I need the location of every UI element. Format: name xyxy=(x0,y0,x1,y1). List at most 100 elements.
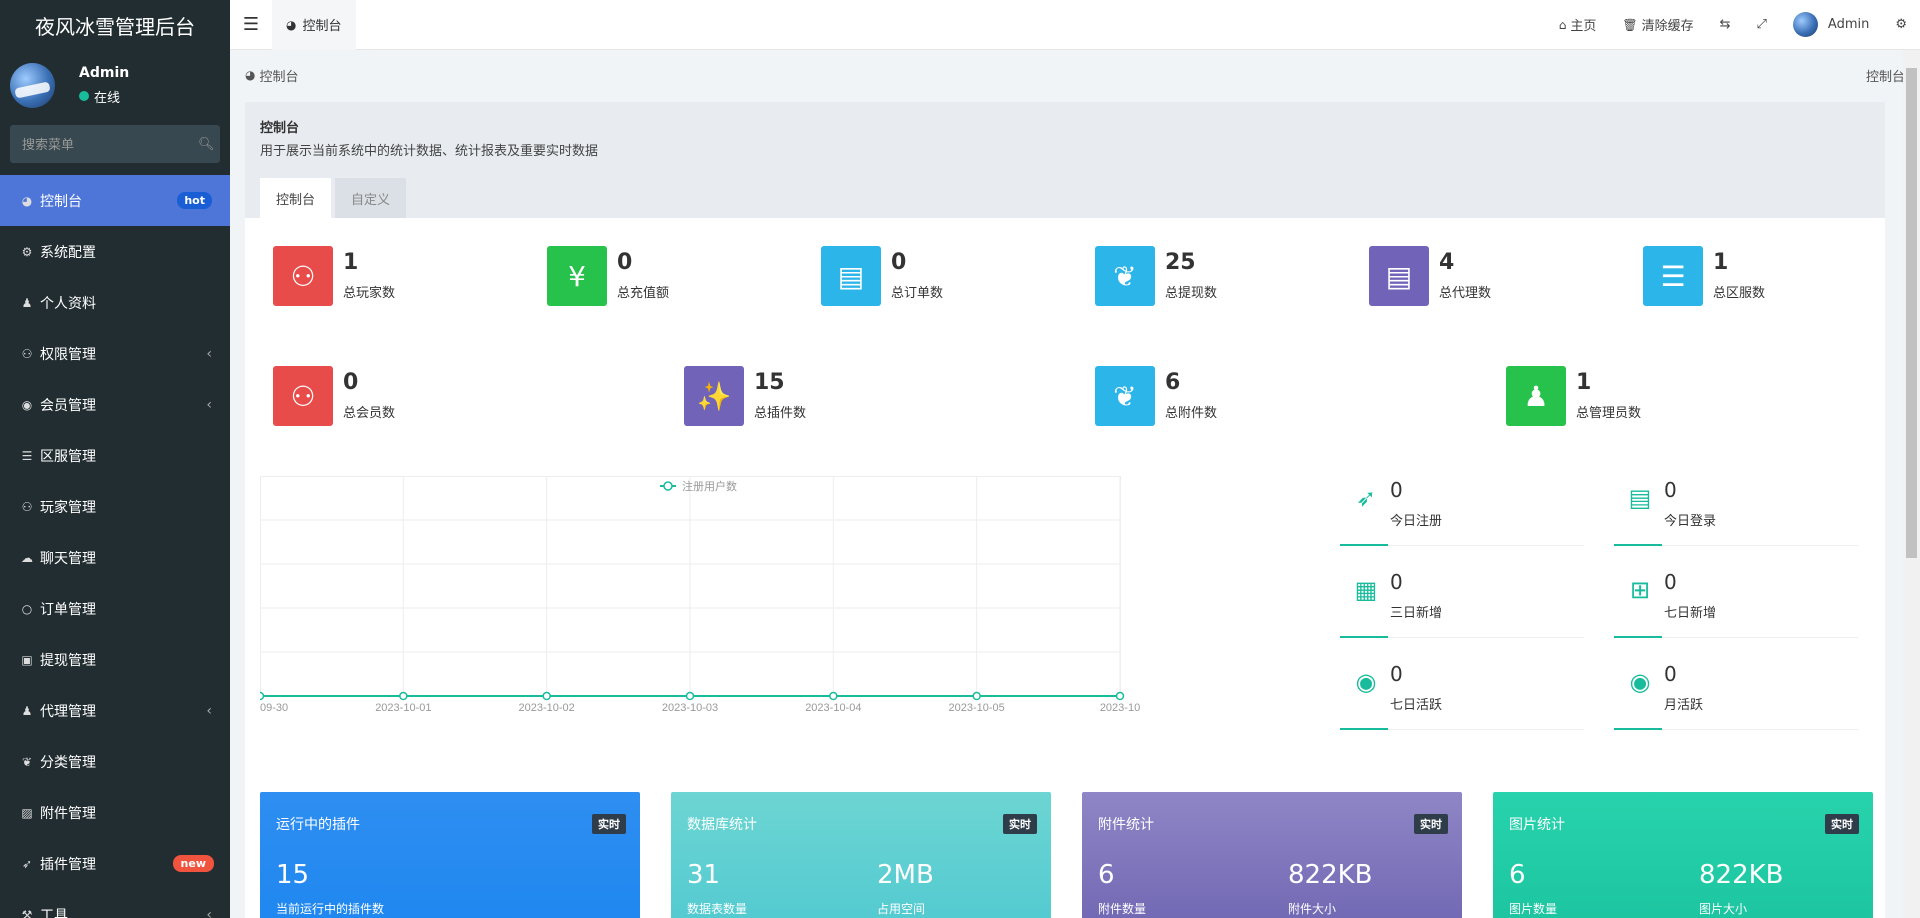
mini-stat: ◉ 0 月活跃 xyxy=(1614,660,1858,730)
sidebar-item-13[interactable]: ➶ 插件管理 new xyxy=(0,838,230,889)
stat-value: 1 xyxy=(1713,250,1729,276)
card-value: 6 xyxy=(1098,860,1115,890)
user-status: 在线 xyxy=(79,87,129,106)
tool-icon: ⚒ xyxy=(21,907,33,918)
user-circle-icon: ◉ xyxy=(21,397,33,412)
card-label: 当前运行中的插件数 xyxy=(276,902,385,916)
sidebar-item-1[interactable]: ⚙ 系统配置 xyxy=(0,226,230,277)
main-content: ◕ 控制台 控制台 控制台 用于展示当前系统中的统计数据、统计报表及重要实时数据… xyxy=(230,50,1920,918)
gears-icon: ⚙ xyxy=(1895,17,1907,32)
breadcrumb-left[interactable]: 控制台 xyxy=(259,66,298,85)
stat-value: 4 xyxy=(1439,250,1455,276)
stat-card: ▤ 0 总订单数 xyxy=(821,246,943,306)
stat-value: 0 xyxy=(343,370,359,396)
trash-icon: 🗑︎ xyxy=(1622,17,1638,32)
card-value: 6 xyxy=(1509,860,1526,890)
card-value: 822KB xyxy=(1699,860,1784,890)
clear-cache-button[interactable]: 🗑︎ 清除缓存 xyxy=(1609,0,1706,50)
user-icon: ♟ xyxy=(21,295,33,310)
mini-stat-value: 0 xyxy=(1664,478,1677,502)
sidebar-item-7[interactable]: ☁ 聊天管理 xyxy=(0,532,230,583)
leaf-icon: ❦ xyxy=(1095,246,1155,306)
home-label: 主页 xyxy=(1570,19,1597,34)
sidebar-item-label: 工具 xyxy=(40,907,68,918)
tab-custom[interactable]: 自定义 xyxy=(335,178,407,218)
sidebar-item-3[interactable]: ⚇ 权限管理 ‹ xyxy=(0,328,230,379)
home-icon: ⌂ xyxy=(1558,17,1567,32)
mini-stat-label: 今日登录 xyxy=(1664,514,1717,529)
stat-card: ❦ 6 总附件数 xyxy=(1095,366,1217,426)
x-tick-label: 2023-10-02 xyxy=(519,702,575,714)
app-title[interactable]: 夜风冰雪管理后台 xyxy=(0,0,230,50)
sidebar-item-0[interactable]: ◕ 控制台 hot xyxy=(0,175,230,226)
page-title: 控制台 xyxy=(260,121,300,136)
tab-dashboard[interactable]: ◕ 控制台 xyxy=(272,0,356,50)
summary-card: 运行中的插件 实时 15 当前运行中的插件数 xyxy=(260,792,640,918)
sidebar-item-2[interactable]: ♟ 个人资料 xyxy=(0,277,230,328)
data-point xyxy=(972,691,981,701)
settings-button[interactable]: ⚙ xyxy=(1882,0,1920,50)
stat-label: 总充值额 xyxy=(617,285,670,301)
sidebar-menu: ◕ 控制台 hot ⚙ 系统配置 ♟ 个人资料 ⚇ 权限管理 ‹ ◉ 会员管理 ‹ ☰ 区服管理 ⚇ 玩家管理 ☁… xyxy=(0,175,230,918)
mini-stat: ▤ 0 今日登录 xyxy=(1614,476,1858,546)
register-chart: 09-30 2023-10-01 2023-10-02 2023-10-03 2023-… xyxy=(255,476,1320,796)
sidebar-item-label: 系统配置 xyxy=(40,244,96,261)
realtime-badge: 实时 xyxy=(1414,814,1448,834)
chevron-left-icon: ‹ xyxy=(206,906,212,918)
mini-stat-value: 0 xyxy=(1390,570,1403,594)
card-title: 数据库统计 xyxy=(687,817,757,833)
tab-console[interactable]: 控制台 xyxy=(260,178,332,218)
user-menu[interactable]: Admin xyxy=(1780,0,1882,50)
page-description: 用于展示当前系统中的统计数据、统计报表及重要实时数据 xyxy=(260,144,599,159)
sidebar-item-11[interactable]: ❦ 分类管理 xyxy=(0,736,230,787)
sidebar-item-label: 插件管理 xyxy=(40,856,96,873)
divider xyxy=(1614,544,1662,546)
language-button[interactable]: ⇆ xyxy=(1707,0,1744,50)
yen-icon: ¥ xyxy=(547,246,607,306)
search-icon[interactable]: 🔍︎ xyxy=(198,137,215,152)
sidebar-toggle-icon[interactable]: ☰ xyxy=(230,14,272,35)
sidebar-item-label: 个人资料 xyxy=(40,295,96,312)
home-link[interactable]: ⌂ 主页 xyxy=(1546,0,1610,50)
sidebar-item-label: 控制台 xyxy=(40,193,82,210)
x-tick-label: 2023-10-05 xyxy=(949,702,1005,714)
sidebar-item-label: 区服管理 xyxy=(40,448,96,465)
mini-stat-value: 0 xyxy=(1664,662,1677,686)
divider xyxy=(1340,728,1388,730)
stat-label: 总区服数 xyxy=(1713,285,1766,301)
scrollbar-thumb[interactable] xyxy=(1906,68,1917,558)
sidebar-item-14[interactable]: ⚒ 工具 ‹ xyxy=(0,889,230,918)
mini-stat: ⊞ 0 七日新增 xyxy=(1614,568,1858,638)
mini-stat: ◉ 0 七日活跃 xyxy=(1340,660,1584,730)
x-tick-label: 09-30 xyxy=(260,702,288,714)
chevron-left-icon: ‹ xyxy=(206,396,212,413)
stat-card: ☰ 1 总区服数 xyxy=(1643,246,1765,306)
gear-icon: ⚙ xyxy=(21,244,33,259)
sidebar-item-4[interactable]: ◉ 会员管理 ‹ xyxy=(0,379,230,430)
shopping-bag-icon: ▤ xyxy=(821,246,881,306)
users-icon: ⚇ xyxy=(273,246,333,306)
panel-header: 控制台 用于展示当前系统中的统计数据、统计报表及重要实时数据 控制台 自定义 xyxy=(245,102,1885,218)
id-card-icon: ▤ xyxy=(1369,246,1429,306)
mini-stat-label: 七日活跃 xyxy=(1390,698,1443,713)
card-label: 图片大小 xyxy=(1699,902,1748,916)
legend-marker xyxy=(663,481,673,491)
menu-search-input[interactable] xyxy=(22,136,198,152)
scrollbar[interactable] xyxy=(1903,50,1920,918)
line-chart: 09-30 2023-10-01 2023-10-02 2023-10-03 2023-… xyxy=(255,476,1140,714)
sidebar-item-5[interactable]: ☰ 区服管理 xyxy=(0,430,230,481)
fullscreen-button[interactable]: ⤢ xyxy=(1744,0,1780,50)
card-title: 附件统计 xyxy=(1098,817,1154,833)
clear-cache-label: 清除缓存 xyxy=(1641,19,1694,34)
avatar[interactable] xyxy=(10,62,55,108)
sidebar-item-6[interactable]: ⚇ 玩家管理 xyxy=(0,481,230,532)
menu-search: 🔍︎ xyxy=(10,125,220,163)
sidebar-item-8[interactable]: ○ 订单管理 xyxy=(0,583,230,634)
avatar xyxy=(1792,12,1818,37)
legend-label: 注册用户数 xyxy=(682,479,737,493)
sidebar-item-10[interactable]: ♟ 代理管理 ‹ xyxy=(0,685,230,736)
sidebar-item-9[interactable]: ▣ 提现管理 xyxy=(0,634,230,685)
sidebar-item-12[interactable]: ▨ 附件管理 xyxy=(0,787,230,838)
x-tick-label: 2023-10-04 xyxy=(805,702,861,714)
group-icon: ⚇ xyxy=(21,499,33,514)
